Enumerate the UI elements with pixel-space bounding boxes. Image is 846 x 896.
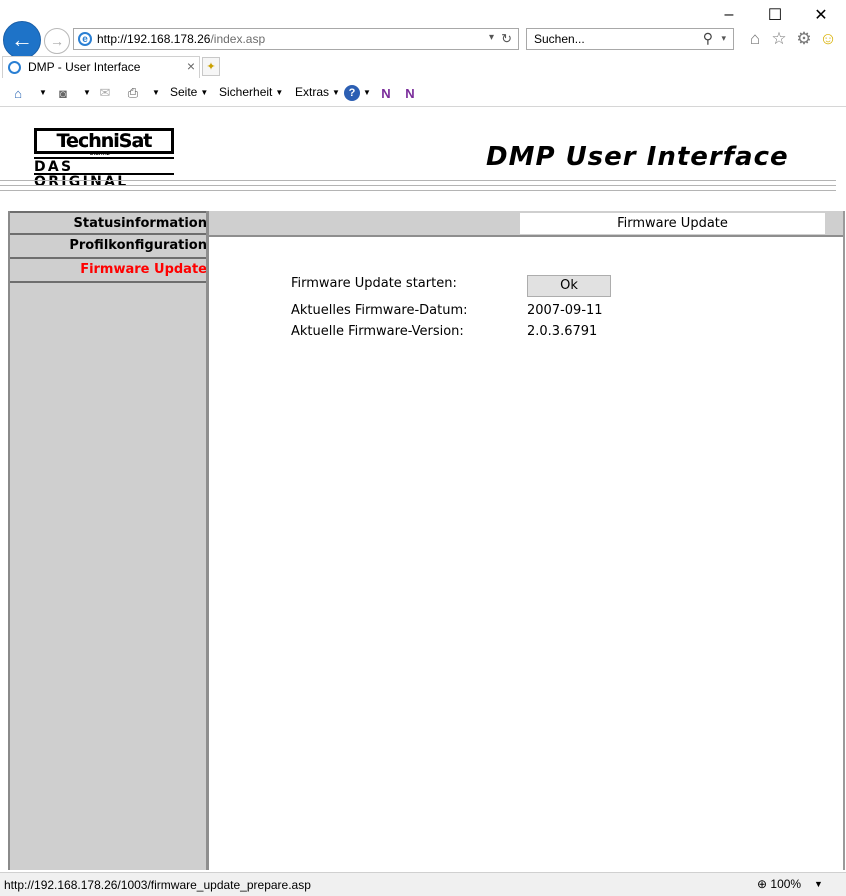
sidebar: Statusinformation Profilkonfiguration Fi… <box>8 211 207 870</box>
menu-sicherheit[interactable]: Sicherheit ▼ <box>219 85 283 99</box>
tab-dmp[interactable]: DMP - User Interface × <box>2 56 200 78</box>
smiley-feedback-icon[interactable]: ☺ <box>817 28 839 50</box>
gear-icon[interactable]: ⚙ <box>793 28 815 50</box>
sidebar-item-profilkonfiguration[interactable]: Profilkonfiguration <box>10 235 207 259</box>
feeds-dropdown-icon[interactable]: ▼ <box>80 85 91 99</box>
url-path: /index.asp <box>210 32 266 46</box>
help-dropdown-icon[interactable]: ▼ <box>360 85 371 99</box>
help-icon[interactable]: ? <box>344 85 360 101</box>
feeds-icon[interactable]: ◙ <box>54 84 72 102</box>
header-divider <box>0 190 836 191</box>
command-bar: ⌂ ▼ ◙ ▼ ✉ ⎙ ▼ Seite ▼ Sicherheit ▼ Extras ▼… <box>0 80 846 107</box>
forward-button[interactable]: → <box>44 28 70 54</box>
status-bar: http://192.168.178.26/1003/firmware_upda… <box>0 872 846 896</box>
onenote-linked-icon[interactable]: N <box>401 84 419 102</box>
menu-seite[interactable]: Seite ▼ <box>170 85 208 99</box>
search-icon[interactable]: ⚲ <box>703 30 713 47</box>
home-icon[interactable]: ⌂ <box>744 28 766 50</box>
sidebar-item-label: Statusinformation <box>73 216 207 231</box>
zoom-icon: ⊕ <box>757 877 768 891</box>
favorites-star-icon[interactable]: ☆ <box>768 28 790 50</box>
zoom-level[interactable]: ⊕ 100% <box>757 877 801 891</box>
ok-button[interactable]: Ok <box>527 275 611 297</box>
sidebar-item-label: Firmware Update <box>80 262 207 277</box>
logo-underline <box>34 173 174 175</box>
url-host: http://192.168.178.26 <box>97 32 211 46</box>
page-title: DMP User Interface <box>486 142 789 172</box>
onenote-send-icon[interactable]: N <box>377 84 395 102</box>
new-tab-button[interactable]: ✦ <box>202 57 220 76</box>
refresh-icon[interactable]: ↻ <box>501 31 512 47</box>
close-tab-icon[interactable]: × <box>187 58 195 74</box>
tab-title: DMP - User Interface <box>28 60 141 74</box>
firmware-start-label: Firmware Update starten: <box>291 276 457 291</box>
header-divider <box>0 180 836 181</box>
zoom-value: 100% <box>770 877 802 891</box>
minimize-button[interactable]: – <box>706 0 752 30</box>
zoom-dropdown-icon[interactable]: ▼ <box>814 879 823 889</box>
menu-seite-label: Seite <box>170 85 198 99</box>
firmware-date-label: Aktuelles Firmware-Datum: <box>291 303 468 318</box>
address-bar[interactable]: e http://192.168.178.26/index.asp ▾ ↻ <box>73 28 519 50</box>
firmware-version-value: 2.0.3.6791 <box>527 324 598 339</box>
close-window-button[interactable]: ✕ <box>798 0 844 30</box>
arrow-left-icon: ← <box>11 27 33 52</box>
back-button[interactable]: ← <box>3 21 41 59</box>
firmware-date-value: 2007-09-11 <box>527 303 603 318</box>
home-cmd-icon[interactable]: ⌂ <box>9 84 27 102</box>
search-input[interactable]: Suchen... ⚲ ▾ <box>526 28 734 50</box>
menu-extras[interactable]: Extras ▼ <box>295 85 340 99</box>
sidebar-item-firmware-update[interactable]: Firmware Update <box>10 259 207 283</box>
firmware-version-label: Aktuelle Firmware-Version: <box>291 324 464 339</box>
menu-sicherheit-label: Sicherheit <box>219 85 273 99</box>
menu-extras-label: Extras <box>295 85 330 99</box>
search-dropdown-icon[interactable]: ▾ <box>721 33 726 44</box>
print-icon[interactable]: ⎙ <box>124 84 142 102</box>
address-dropdown-icon[interactable]: ▾ <box>489 32 494 43</box>
sidebar-item-label: Profilkonfiguration <box>69 238 207 253</box>
search-placeholder: Suchen... <box>534 32 585 46</box>
header-divider <box>0 185 836 186</box>
logo-text: TechniSat <box>56 130 153 152</box>
ie-page-icon: e <box>78 32 92 46</box>
main-content: Firmware Update Firmware Update starten:… <box>209 211 845 870</box>
sidebar-item-statusinformation[interactable]: Statusinformation <box>10 211 207 235</box>
arrow-right-icon: → <box>50 33 64 49</box>
maximize-button[interactable]: ☐ <box>752 0 798 30</box>
home-dropdown-icon[interactable]: ▼ <box>36 85 47 99</box>
status-url: http://192.168.178.26/1003/firmware_upda… <box>4 878 311 892</box>
ie-tab-icon <box>8 61 21 74</box>
mail-icon[interactable]: ✉ <box>96 84 114 102</box>
print-dropdown-icon[interactable]: ▼ <box>149 85 160 99</box>
content-heading: Firmware Update <box>520 213 825 234</box>
content-header-bar: Firmware Update <box>209 211 843 237</box>
new-tab-icon: ✦ <box>206 61 216 73</box>
